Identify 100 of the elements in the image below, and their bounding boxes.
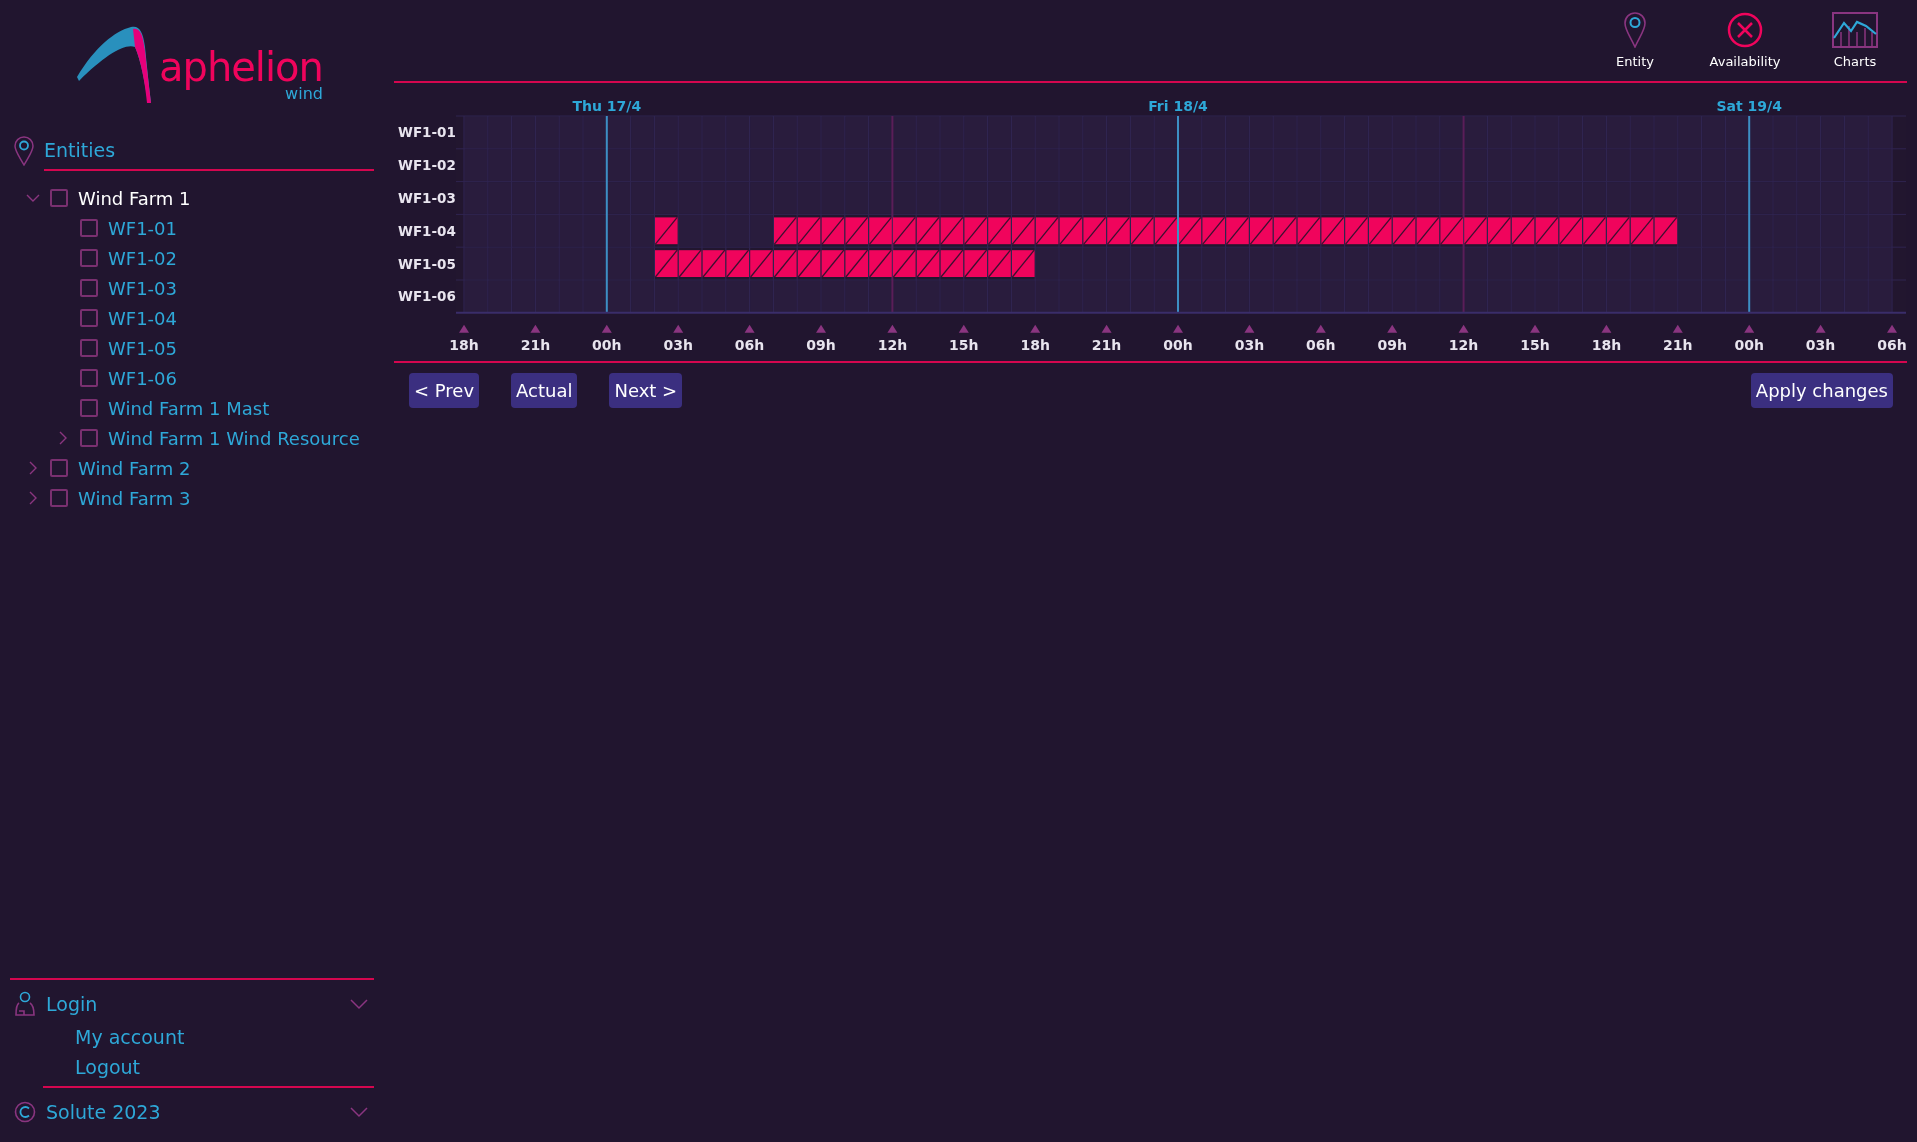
grid-cell[interactable] xyxy=(1178,182,1202,214)
grid-cell[interactable] xyxy=(631,280,654,313)
grid-cell[interactable] xyxy=(1821,280,1844,313)
grid-cell[interactable] xyxy=(726,280,749,313)
grid-cell[interactable] xyxy=(916,182,940,214)
grid-cell[interactable] xyxy=(1369,247,1392,280)
grid-cell[interactable] xyxy=(1464,149,1487,182)
grid-cell[interactable] xyxy=(893,116,916,149)
grid-cell[interactable] xyxy=(631,214,654,247)
grid-cell[interactable] xyxy=(512,116,535,149)
section-title[interactable]: Login xyxy=(46,993,98,1015)
grid-cell[interactable] xyxy=(1726,280,1749,313)
grid-cell[interactable] xyxy=(488,280,511,313)
grid-cell[interactable] xyxy=(893,280,916,313)
grid-cell[interactable] xyxy=(774,280,797,313)
grid-cell[interactable] xyxy=(869,182,892,214)
outage-cell[interactable] xyxy=(1130,216,1154,245)
grid-cell[interactable] xyxy=(1250,280,1273,313)
checkbox[interactable] xyxy=(80,429,98,447)
grid-cell[interactable] xyxy=(1083,182,1106,214)
grid-cell[interactable] xyxy=(940,182,964,214)
grid-cell[interactable] xyxy=(1440,280,1463,313)
grid-cell[interactable] xyxy=(1154,182,1178,214)
grid-cell[interactable] xyxy=(655,280,678,313)
grid-cell[interactable] xyxy=(1369,116,1392,149)
grid-cell[interactable] xyxy=(964,182,987,214)
grid-cell[interactable] xyxy=(1012,116,1035,149)
grid-cell[interactable] xyxy=(1607,280,1630,313)
grid-cell[interactable] xyxy=(488,116,511,149)
grid-cell[interactable] xyxy=(1678,116,1701,149)
grid-cell[interactable] xyxy=(583,182,607,214)
grid-cell[interactable] xyxy=(1464,182,1487,214)
grid-cell[interactable] xyxy=(1440,247,1463,280)
tree-item[interactable]: WF1-02 xyxy=(108,247,177,269)
grid-cell[interactable] xyxy=(1321,116,1344,149)
outage-cell[interactable] xyxy=(821,249,845,278)
grid-cell[interactable] xyxy=(1726,247,1749,280)
tree-item[interactable]: Wind Farm 1 Mast xyxy=(108,397,270,419)
grid-cell[interactable] xyxy=(1107,182,1130,214)
grid-cell[interactable] xyxy=(464,149,488,182)
outage-cell[interactable] xyxy=(1654,216,1678,245)
grid-cell[interactable] xyxy=(1035,182,1059,214)
grid-cell[interactable] xyxy=(1702,116,1725,149)
grid-cell[interactable] xyxy=(1131,280,1154,313)
grid-cell[interactable] xyxy=(1726,214,1749,247)
grid-cell[interactable] xyxy=(1559,182,1582,214)
grid-cell[interactable] xyxy=(1488,280,1511,313)
menu-link[interactable]: My account xyxy=(10,1022,185,1052)
grid-cell[interactable] xyxy=(1107,116,1130,149)
grid-cell[interactable] xyxy=(1012,280,1035,313)
outage-cell[interactable] xyxy=(916,249,940,278)
grid-cell[interactable] xyxy=(869,149,892,182)
tree-item[interactable]: Wind Farm 2 xyxy=(78,457,191,479)
grid-cell[interactable] xyxy=(1630,182,1654,214)
outage-cell[interactable] xyxy=(1011,216,1035,245)
grid-cell[interactable] xyxy=(750,182,773,214)
grid-cell[interactable] xyxy=(988,182,1011,214)
grid-cell[interactable] xyxy=(1868,149,1892,182)
outage-cell[interactable] xyxy=(1606,216,1630,245)
outage-cell[interactable] xyxy=(845,216,869,245)
grid-cell[interactable] xyxy=(845,182,868,214)
grid-cell[interactable] xyxy=(631,247,654,280)
grid-cell[interactable] xyxy=(1012,182,1035,214)
grid-cell[interactable] xyxy=(1131,247,1154,280)
grid-cell[interactable] xyxy=(797,182,821,214)
chevron-down-icon[interactable] xyxy=(350,1106,368,1118)
grid-cell[interactable] xyxy=(1178,149,1202,182)
grid-cell[interactable] xyxy=(869,116,892,149)
outage-cell[interactable] xyxy=(1440,216,1464,245)
outage-cell[interactable] xyxy=(1249,216,1273,245)
grid-cell[interactable] xyxy=(1559,280,1582,313)
outage-cell[interactable] xyxy=(940,249,964,278)
outage-cell[interactable] xyxy=(1559,216,1583,245)
nav-button[interactable]: Next > xyxy=(609,373,683,408)
grid-cell[interactable] xyxy=(1392,182,1416,214)
grid-cell[interactable] xyxy=(774,116,797,149)
outage-cell[interactable] xyxy=(797,249,821,278)
outage-cell[interactable] xyxy=(797,216,821,245)
checkbox[interactable] xyxy=(80,219,98,237)
grid-cell[interactable] xyxy=(1321,280,1344,313)
grid-cell[interactable] xyxy=(1369,280,1392,313)
grid-cell[interactable] xyxy=(1250,116,1273,149)
grid-cell[interactable] xyxy=(1678,182,1701,214)
grid-cell[interactable] xyxy=(1226,116,1249,149)
grid-cell[interactable] xyxy=(1583,116,1606,149)
menu-link[interactable]: Logout xyxy=(10,1052,141,1082)
grid-cell[interactable] xyxy=(607,182,630,214)
outage-cell[interactable] xyxy=(1035,216,1059,245)
outage-cell[interactable] xyxy=(821,216,845,245)
grid-cell[interactable] xyxy=(1202,280,1225,313)
checkbox[interactable] xyxy=(50,489,68,507)
tree-item[interactable]: WF1-01 xyxy=(108,217,177,239)
checkbox[interactable] xyxy=(50,189,68,207)
nav-button[interactable]: Availability xyxy=(1703,6,1787,75)
outage-cell[interactable] xyxy=(1273,216,1297,245)
grid-cell[interactable] xyxy=(774,182,797,214)
grid-cell[interactable] xyxy=(1131,116,1154,149)
grid-cell[interactable] xyxy=(1607,182,1630,214)
grid-cell[interactable] xyxy=(607,149,630,182)
grid-cell[interactable] xyxy=(750,116,773,149)
